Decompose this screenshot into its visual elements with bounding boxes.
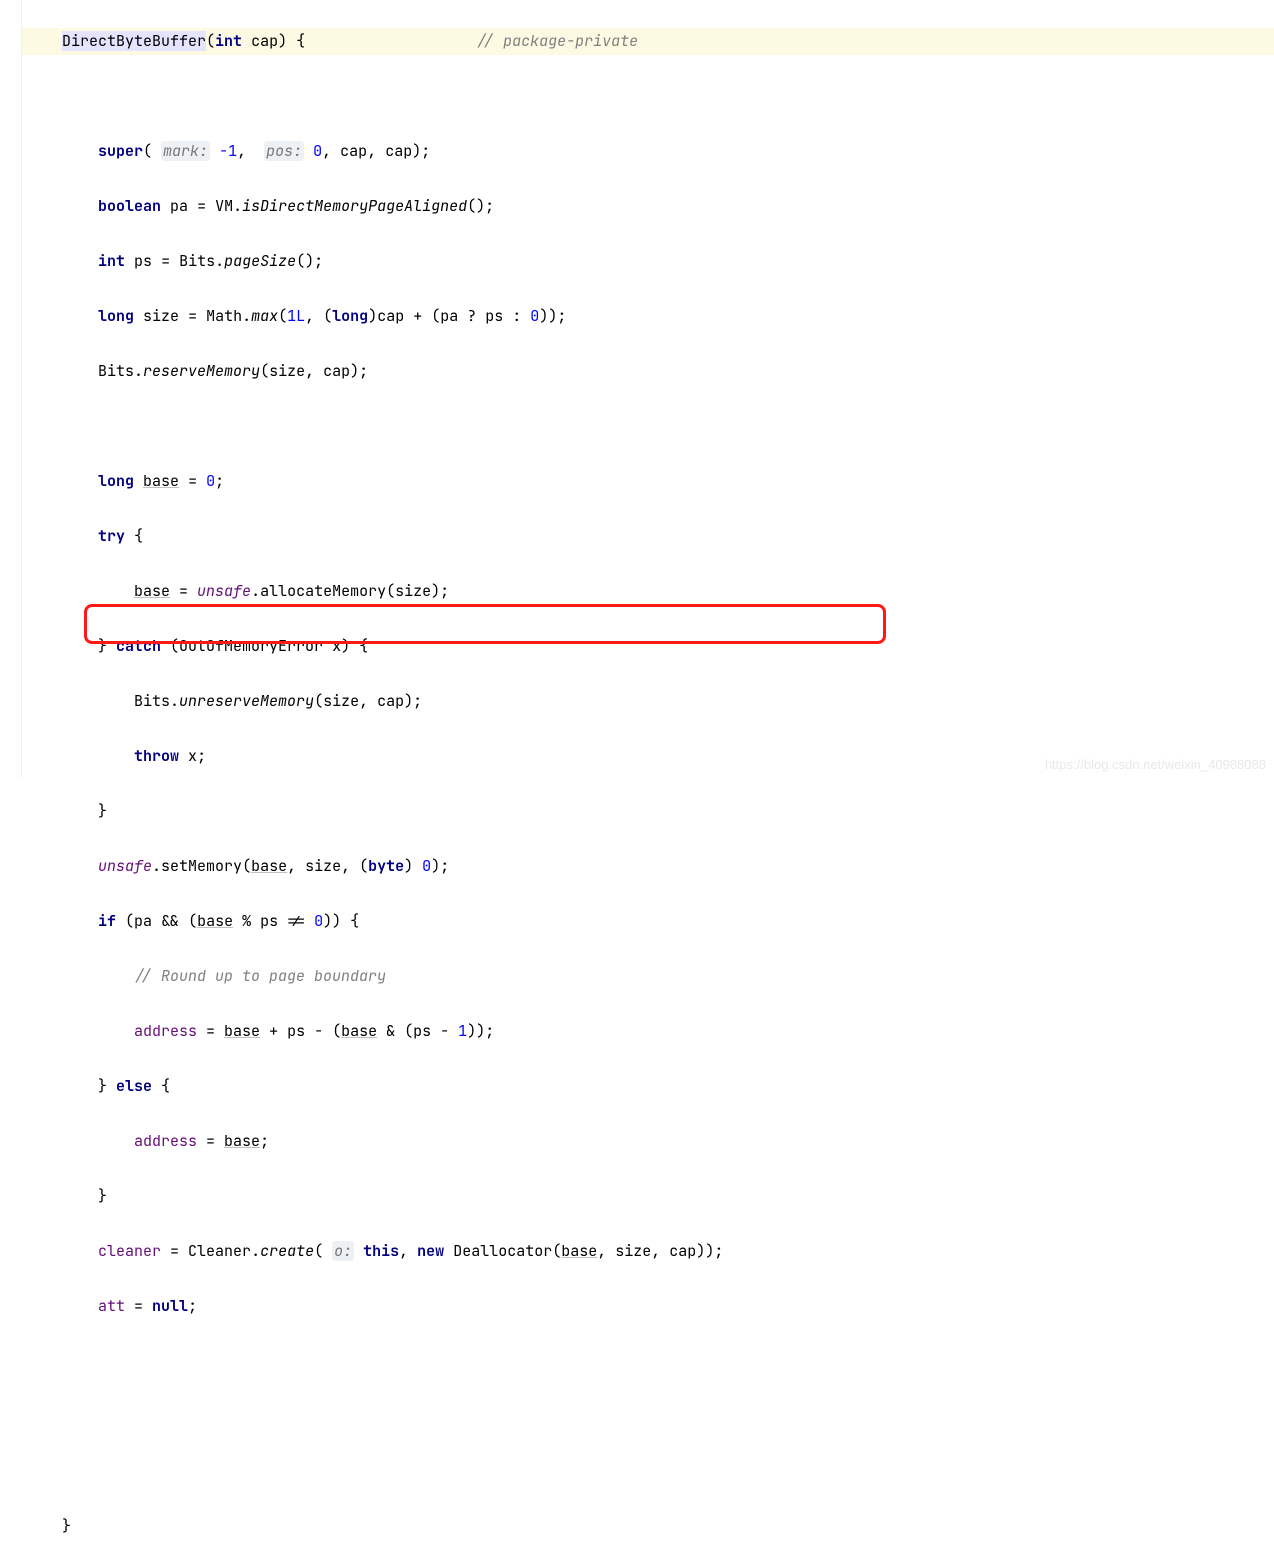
code-line[interactable]: int ps = Bits.pageSize(); — [22, 248, 1274, 276]
watermark: https://blog.csdn.net/weixin_40988088 — [1045, 757, 1266, 772]
param-hint: pos: — [264, 141, 304, 161]
code-editor[interactable]: DirectByteBuffer(int cap) { // package-p… — [22, 0, 1274, 1556]
code-line[interactable] — [22, 1458, 1274, 1486]
code-line[interactable]: Bits.reserveMemory(size, cap); — [22, 358, 1274, 386]
code-line[interactable]: } — [22, 1183, 1274, 1211]
code-line[interactable]: address = base; — [22, 1128, 1274, 1156]
code-line[interactable]: // Round up to page boundary — [22, 963, 1274, 991]
code-line[interactable]: if (pa && (base % ps != 0)) { — [22, 908, 1274, 936]
method-name: DirectByteBuffer — [62, 31, 206, 51]
code-line[interactable] — [22, 83, 1274, 111]
code-line[interactable]: super( mark: -1, pos: 0, cap, cap); — [22, 138, 1274, 166]
code-line[interactable]: try { — [22, 523, 1274, 551]
code-line[interactable]: } — [22, 1513, 1274, 1541]
param-hint: o: — [332, 1241, 354, 1261]
code-line[interactable] — [22, 413, 1274, 441]
code-line[interactable]: base = unsafe.allocateMemory(size); — [22, 578, 1274, 606]
code-line[interactable]: long size = Math.max(1L, (long)cap + (pa… — [22, 303, 1274, 331]
code-line[interactable]: DirectByteBuffer(int cap) { // package-p… — [22, 28, 1274, 56]
code-line[interactable]: att = null; — [22, 1293, 1274, 1321]
code-line[interactable] — [22, 1348, 1274, 1376]
code-line[interactable]: address = base + ps - (base & (ps - 1)); — [22, 1018, 1274, 1046]
code-line[interactable]: boolean pa = VM.isDirectMemoryPageAligne… — [22, 193, 1274, 221]
comment: // Round up to page boundary — [134, 966, 386, 986]
comment: // package-private — [476, 31, 638, 51]
code-line[interactable]: } — [22, 798, 1274, 826]
code-line[interactable] — [22, 1403, 1274, 1431]
code-line[interactable]: long base = 0; — [22, 468, 1274, 496]
code-line[interactable]: cleaner = Cleaner.create( o: this, new D… — [22, 1238, 1274, 1266]
code-line[interactable]: } else { — [22, 1073, 1274, 1101]
code-line[interactable]: unsafe.setMemory(base, size, (byte) 0); — [22, 853, 1274, 881]
code-line[interactable]: Bits.unreserveMemory(size, cap); — [22, 688, 1274, 716]
code-line[interactable]: } catch (OutOfMemoryError x) { — [22, 633, 1274, 661]
param-hint: mark: — [161, 141, 210, 161]
editor-gutter — [0, 0, 22, 778]
